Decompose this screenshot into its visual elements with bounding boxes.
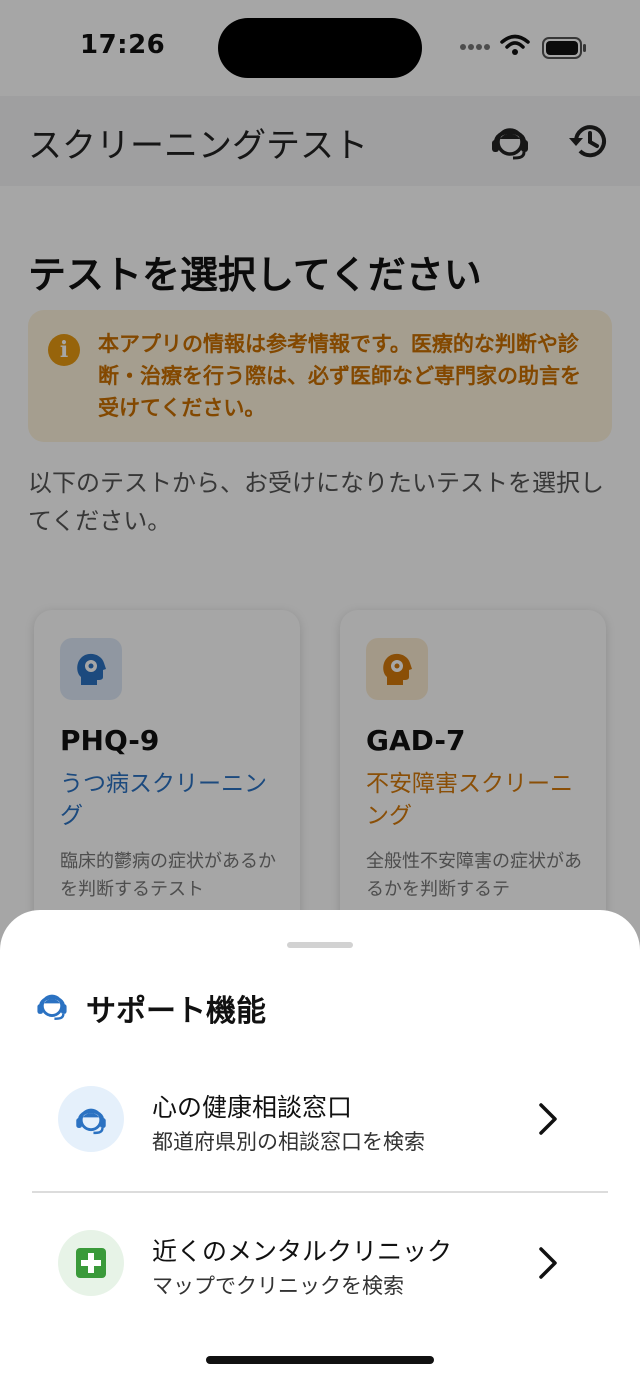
row-icon-badge xyxy=(58,1230,124,1296)
row-label: 心の健康相談窓口 xyxy=(152,1093,353,1122)
row-sublabel: 都道府県別の相談窓口を検索 xyxy=(152,1130,425,1154)
row-sublabel: マップでクリニックを検索 xyxy=(152,1274,404,1298)
sheet-title: サポート機能 xyxy=(86,994,266,1029)
consultation-window-row[interactable]: 心の健康相談窓口 都道府県別の相談窓口を検索 xyxy=(32,1066,608,1176)
support-headset-icon xyxy=(37,994,67,1020)
chevron-right-icon xyxy=(539,1103,557,1135)
list-divider xyxy=(32,1191,608,1193)
support-headset-icon xyxy=(76,1108,106,1135)
screen: 17:26 スクリーニングテスト テストを選択してください i 本アプリの情報は… xyxy=(0,0,640,1387)
home-indicator[interactable] xyxy=(206,1356,434,1364)
row-icon-badge xyxy=(58,1086,124,1152)
medical-cross-icon xyxy=(76,1248,106,1278)
sheet-grabber[interactable] xyxy=(287,942,353,948)
support-bottom-sheet: サポート機能 心の健康相談窓口 都道府県別の相談窓口を検索 近くのメンタルクリニ… xyxy=(0,910,640,1387)
nearby-clinic-row[interactable]: 近くのメンタルクリニック マップでクリニックを検索 xyxy=(32,1210,608,1320)
row-label: 近くのメンタルクリニック xyxy=(152,1237,453,1266)
chevron-right-icon xyxy=(539,1247,557,1279)
